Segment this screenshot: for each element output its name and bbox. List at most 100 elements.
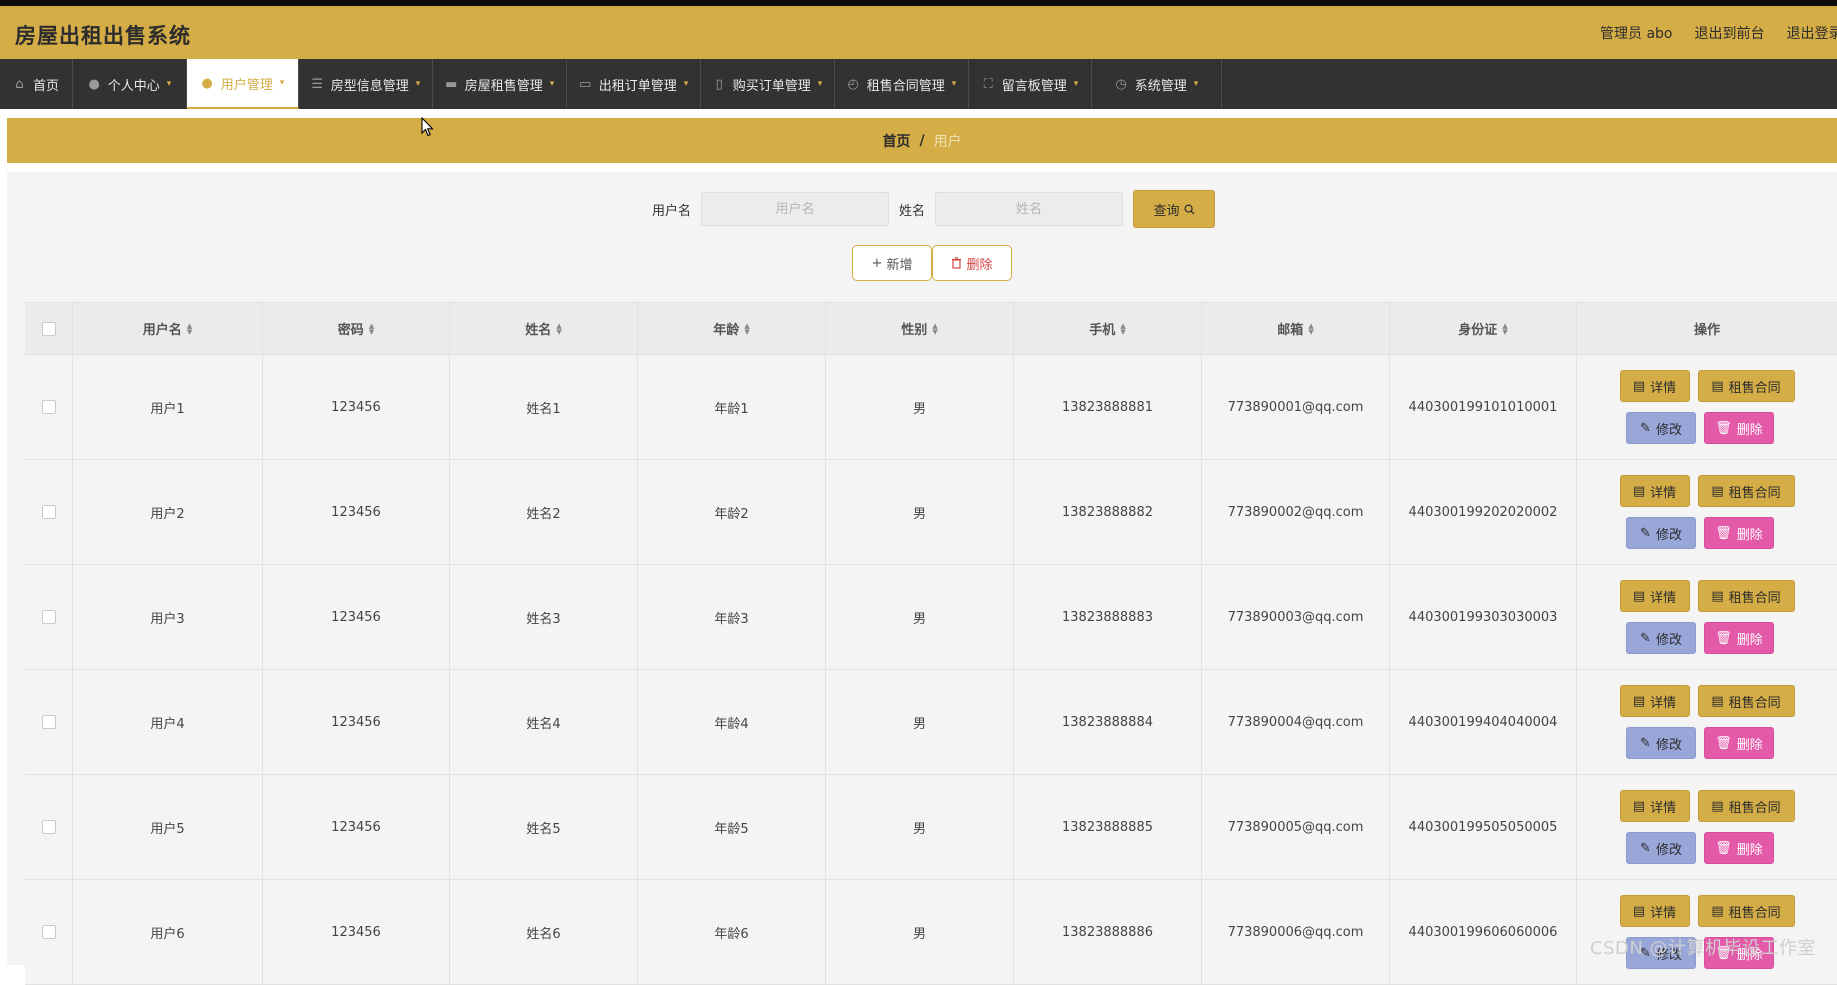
edit-button[interactable]: ✎ 修改 [1626, 412, 1696, 444]
breadcrumb-home[interactable]: 首页 [882, 131, 910, 151]
edit-label: 修改 [1655, 422, 1682, 438]
row-actions-top: ▤ 详情 ▤ 租售合同 [1619, 370, 1795, 402]
row-checkbox[interactable] [41, 610, 56, 624]
table-cell: 用户3 [72, 565, 262, 669]
user-table: 用户名 ▲ ▼ 密码 ▲ ▼ 姓名 ▲ ▼ 年龄 ▲ ▼ 性别 ▲ ▼ 手机 ▲ ▼ 邮箱 ▲ ▼ 身份证 ▲ ▼ 操作 用户1… [25, 302, 1837, 985]
column-header-label: 操作 [1693, 323, 1720, 338]
detail-button[interactable]: ▤ 详情 [1619, 475, 1690, 507]
row-actions: ▤ 详情 ▤ 租售合同 ✎ 修改 🗑 删除 [1576, 565, 1837, 669]
nav-item-4[interactable]: ▬ 房屋租售管理 ▾ [433, 59, 567, 109]
column-header[interactable]: 用户名 ▲ ▼ [72, 303, 262, 354]
nav-item-6[interactable]: ▯ 购买订单管理 ▾ [701, 59, 835, 109]
sort-icon[interactable]: ▲ ▼ [187, 322, 192, 335]
detail-button[interactable]: ▤ 详情 [1619, 790, 1690, 822]
contract-button[interactable]: ▤ 租售合同 [1697, 685, 1795, 717]
edit-button[interactable]: ✎ 修改 [1626, 727, 1696, 759]
time-icon: ◷ [1115, 76, 1127, 92]
row-checkbox[interactable] [41, 925, 56, 939]
delete-label: 删除 [1736, 422, 1763, 438]
nav-item-label: 个人中心 [107, 78, 160, 94]
column-header[interactable]: 邮箱 ▲ ▼ [1201, 303, 1389, 354]
bulk-delete-button[interactable]: 删除 [932, 245, 1012, 281]
row-checkbox[interactable] [41, 820, 56, 834]
detail-button[interactable]: ▤ 详情 [1619, 580, 1690, 612]
chevron-down-icon: ▾ [549, 79, 555, 89]
table-cell: 用户5 [72, 775, 262, 879]
nav-item-label: 租售合同管理 [866, 78, 945, 94]
column-header-label: 密码 [337, 323, 364, 338]
detail-button[interactable]: ▤ 详情 [1619, 370, 1690, 402]
sort-icon[interactable]: ▲ ▼ [744, 322, 749, 335]
contract-button[interactable]: ▤ 租售合同 [1697, 370, 1795, 402]
pencil-icon: ✎ [1640, 420, 1651, 436]
column-header[interactable]: 性别 ▲ ▼ [825, 303, 1013, 354]
nav-item-9[interactable]: ◷ 系统管理 ▾ [1092, 59, 1222, 109]
main-content: 用户名 姓名 查询 + 新增 删除 用户名▲▼密码▲▼姓名▲▼年龄▲▼性别▲▼手… [7, 172, 1837, 985]
nav-item-3[interactable]: ☰ 房型信息管理 ▾ [299, 59, 433, 109]
sort-icon[interactable]: ▲ ▼ [556, 322, 561, 335]
nav-item-label: 系统管理 [1134, 78, 1187, 94]
delete-button[interactable]: 🗑 删除 [1704, 832, 1774, 864]
delete-button[interactable]: 🗑 删除 [1704, 412, 1774, 444]
column-header[interactable]: 年龄 ▲ ▼ [637, 303, 825, 354]
contract-button[interactable]: ▤ 租售合同 [1697, 580, 1795, 612]
nav-item-5[interactable]: ▭ 出租订单管理 ▾ [567, 59, 701, 109]
table-cell: 123456 [262, 775, 449, 879]
sort-icon[interactable]: ▲ ▼ [369, 322, 374, 335]
admin-user-label[interactable]: 管理员 abo [1600, 23, 1672, 43]
fullscreen-icon: ⛶ [983, 76, 993, 92]
logout-link[interactable]: 退出登录 [1786, 23, 1837, 43]
detail-button[interactable]: ▤ 详情 [1619, 685, 1690, 717]
row-checkbox[interactable] [41, 400, 56, 414]
delete-button[interactable]: 🗑 删除 [1704, 517, 1774, 549]
sort-icon[interactable]: ▲ ▼ [1308, 322, 1313, 335]
query-button[interactable]: 查询 [1133, 190, 1216, 228]
column-header: 操作 [1576, 303, 1837, 354]
row-checkbox[interactable] [41, 715, 56, 729]
table-cell: 姓名1 [449, 355, 637, 459]
add-button[interactable]: + 新增 [852, 245, 932, 281]
contract-button[interactable]: ▤ 租售合同 [1697, 895, 1795, 927]
select-all-checkbox[interactable] [41, 321, 56, 336]
chevron-down-icon: ▾ [1073, 79, 1079, 89]
nav-item-2[interactable]: ● 用户管理 ▾ [187, 59, 299, 109]
detail-button[interactable]: ▤ 详情 [1619, 895, 1690, 927]
nav-item-0[interactable]: ⌂ 首页 [0, 59, 73, 109]
row-checkbox[interactable] [41, 505, 56, 519]
edit-button[interactable]: ✎ 修改 [1626, 832, 1696, 864]
exit-to-front-link[interactable]: 退出到前台 [1694, 23, 1764, 43]
edit-button[interactable]: ✎ 修改 [1626, 517, 1696, 549]
sort-icon[interactable]: ▲ ▼ [932, 322, 937, 335]
table-cell: 姓名4 [449, 670, 637, 774]
nav-item-8[interactable]: ⛶ 留言板管理 ▾ [969, 59, 1092, 109]
nav-item-7[interactable]: ◴ 租售合同管理 ▾ [835, 59, 969, 109]
column-header[interactable]: 身份证 ▲ ▼ [1389, 303, 1576, 354]
table-cell: 姓名6 [449, 880, 637, 984]
delete-button[interactable]: 🗑 删除 [1704, 727, 1774, 759]
column-header[interactable]: 手机 ▲ ▼ [1013, 303, 1201, 354]
contract-button[interactable]: ▤ 租售合同 [1697, 475, 1795, 507]
username-input[interactable] [701, 192, 890, 226]
delete-button[interactable]: 🗑 删除 [1704, 622, 1774, 654]
contract-label: 租售合同 [1728, 695, 1781, 711]
table-cell: 440300199505050005 [1389, 775, 1576, 879]
sort-icon[interactable]: ▲ ▼ [1502, 322, 1507, 335]
name-input[interactable] [935, 192, 1124, 226]
table-row: 用户2 123456 姓名2 年龄2 男 13823888882 773890002@qq.… [25, 460, 1837, 565]
column-header[interactable]: 密码 ▲ ▼ [262, 303, 449, 354]
plus-icon: + [871, 255, 883, 271]
table-cell: 13823888883 [1013, 565, 1201, 669]
contract-button[interactable]: ▤ 租售合同 [1697, 790, 1795, 822]
nav-item-1[interactable]: ● 个人中心 ▾ [73, 59, 187, 109]
row-select-cell [25, 775, 72, 879]
column-header-label: 姓名 [525, 323, 552, 338]
table-row: 用户5 123456 姓名5 年龄5 男 13823888885 773890005@qq.… [25, 775, 1837, 880]
edit-button[interactable]: ✎ 修改 [1626, 622, 1696, 654]
mouse-cursor-icon [421, 117, 434, 137]
sort-icon[interactable]: ▲ ▼ [1120, 322, 1125, 335]
table-cell: 男 [825, 880, 1013, 984]
column-header[interactable]: 姓名 ▲ ▼ [449, 303, 637, 354]
chevron-down-icon: ▾ [1193, 79, 1199, 89]
table-cell: 用户4 [72, 670, 262, 774]
table-cell: 123456 [262, 565, 449, 669]
